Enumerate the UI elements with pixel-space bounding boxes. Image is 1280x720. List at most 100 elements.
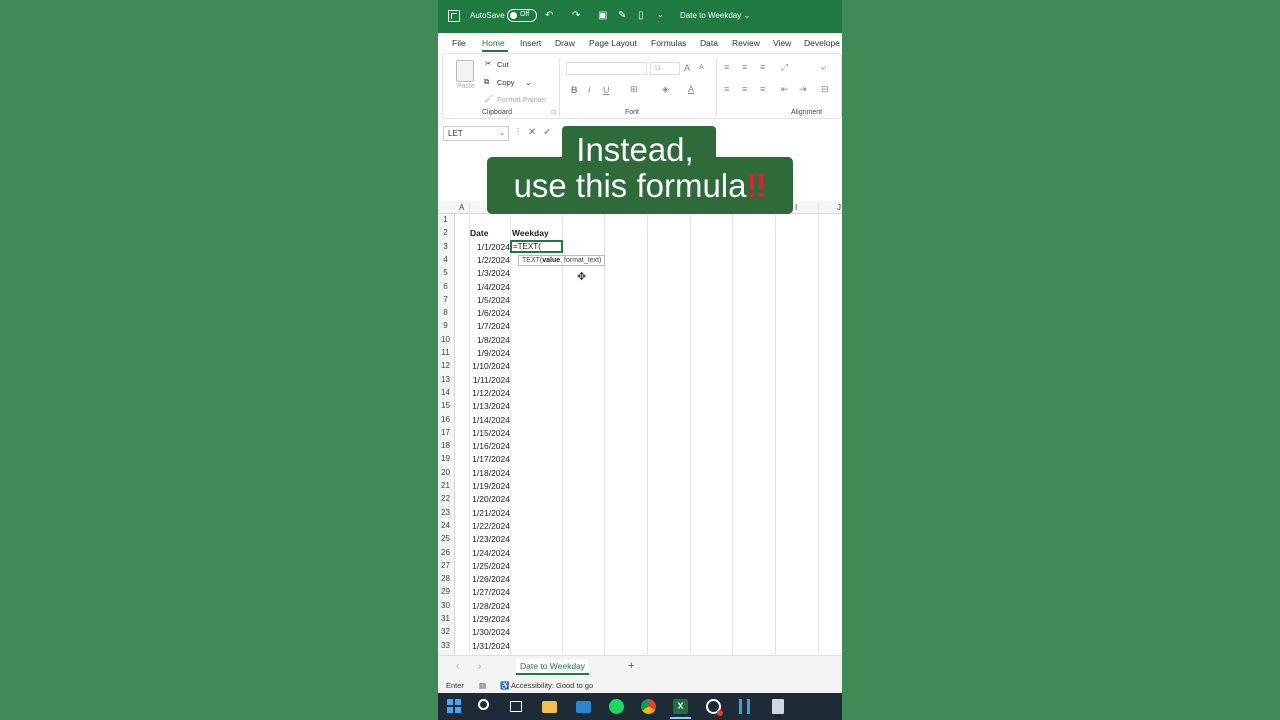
chrome-icon[interactable] [641,699,656,714]
row-number[interactable]: 7 [438,295,453,304]
wrap-text-icon[interactable]: ⤶ [821,62,826,73]
header-weekday[interactable]: Weekday [512,228,549,238]
more-icon[interactable]: ⌄ [657,10,664,19]
row-number[interactable]: 14 [438,388,453,397]
cancel-icon[interactable]: ✕ [528,127,536,138]
spotify-icon[interactable] [609,699,624,714]
merge-center-icon[interactable]: ⊟ [821,84,829,95]
increase-font-icon[interactable]: A [684,63,690,73]
format-painter-icon[interactable]: 🖌 [484,94,494,103]
date-cell[interactable]: 1/19/2024 [455,481,510,491]
enter-icon[interactable]: ✓ [543,127,551,138]
underline-icon[interactable]: U [603,85,610,95]
align-top-icon[interactable]: ≡ [724,62,729,72]
row-number[interactable]: 29 [438,587,453,596]
row-number[interactable]: 9 [438,321,453,330]
windows-icon[interactable] [447,699,462,714]
date-cell[interactable]: 1/16/2024 [455,441,510,451]
tab-formulas[interactable]: Formulas [651,38,686,48]
date-cell[interactable]: 1/2/2024 [455,255,510,265]
excel-taskbar-icon[interactable]: X [673,699,688,714]
worksheet-grid[interactable]: A I J 1 2 Date Weekday 3 1/1/2024 4 1/2/2024 5 1/… [438,201,842,655]
prev-sheet-icon[interactable]: ‹ [456,661,459,672]
date-cell[interactable]: 1/27/2024 [455,587,510,597]
app-icon[interactable] [739,699,750,714]
row-number[interactable]: 28 [438,574,453,583]
tab-file[interactable]: File [452,38,466,48]
align-left-icon[interactable]: ≡ [724,84,729,94]
cut-icon[interactable]: ✂ [485,59,491,68]
date-cell[interactable]: 1/22/2024 [455,521,510,531]
task-view-icon[interactable] [510,701,522,712]
column-header-i[interactable]: I [795,203,797,212]
mail-icon[interactable] [576,701,591,713]
redo-icon[interactable]: ↷ [572,10,580,21]
row-number[interactable]: 17 [438,428,453,437]
save-icon[interactable]: ▣ [598,10,607,21]
row-number[interactable]: 31 [438,614,453,623]
decrease-font-icon[interactable]: A [699,64,704,71]
date-cell[interactable]: 1/15/2024 [455,428,510,438]
orientation-icon[interactable]: ⤢ [781,62,788,73]
font-color-icon[interactable]: A [688,84,694,94]
column-header-j[interactable]: J [837,203,841,212]
accessibility-icon[interactable]: ♿ [500,681,509,690]
date-cell[interactable]: 1/14/2024 [455,415,510,425]
tab-insert[interactable]: Insert [520,38,541,48]
borders-icon[interactable]: ⊞ [630,84,638,95]
row-number[interactable]: 12 [438,361,453,370]
tab-review[interactable]: Review [732,38,760,48]
more-options-icon[interactable]: ⋮ [514,127,522,136]
date-cell[interactable]: 1/13/2024 [455,401,510,411]
row-number[interactable]: 10 [438,335,453,344]
tooltip-arg-value[interactable]: value [542,257,560,264]
date-cell[interactable]: 1/11/2024 [455,375,510,385]
row-number[interactable]: 1 [438,215,453,224]
date-cell[interactable]: 1/29/2024 [455,614,510,624]
align-center-icon[interactable]: ≡ [742,84,747,94]
row-number[interactable]: 5 [438,268,453,277]
header-date[interactable]: Date [470,228,488,238]
row-number[interactable]: 2 [438,228,453,237]
search-icon[interactable] [478,699,489,710]
undo-icon[interactable]: ↶ [545,10,553,21]
row-number[interactable]: 27 [438,561,453,570]
copy-button[interactable]: Copy [497,78,515,87]
date-cell[interactable]: 1/25/2024 [455,561,510,571]
increase-indent-icon[interactable]: ⇥ [799,84,807,95]
row-number[interactable]: 25 [438,534,453,543]
cut-button[interactable]: Cut [497,60,509,69]
date-cell[interactable]: 1/6/2024 [455,308,510,318]
row-number[interactable]: 22 [438,494,453,503]
font-name-select[interactable] [566,62,647,75]
date-cell[interactable]: 1/31/2024 [455,641,510,651]
row-number[interactable]: 30 [438,601,453,610]
row-number[interactable]: 24 [438,521,453,530]
align-right-icon[interactable]: ≡ [760,84,765,94]
tab-home[interactable]: Home [482,38,505,48]
workbook-stats-icon[interactable]: ▤ [479,681,486,690]
row-number[interactable]: 21 [438,481,453,490]
file-explorer-icon[interactable] [542,701,557,713]
italic-icon[interactable]: I [588,85,591,95]
date-cell[interactable]: 1/21/2024 [455,508,510,518]
document-title[interactable]: Date to Weekday ⌄ [680,11,750,20]
paste-icon[interactable] [456,60,474,82]
copy-icon[interactable]: ⧉ [484,77,489,87]
clipboard-launcher-icon[interactable]: ⊡ [551,109,556,116]
align-bottom-icon[interactable]: ≡ [760,62,765,72]
date-cell[interactable]: 1/18/2024 [455,468,510,478]
date-cell[interactable]: 1/28/2024 [455,601,510,611]
format-painter-button[interactable]: Format Painter [497,95,547,104]
row-number[interactable]: 3 [438,242,453,251]
date-cell[interactable]: 1/9/2024 [455,348,510,358]
align-middle-icon[interactable]: ≡ [742,62,747,72]
row-number[interactable]: 23 [438,508,453,517]
decrease-indent-icon[interactable]: ⇤ [781,84,789,95]
tab-draw[interactable]: Draw [555,38,575,48]
date-cell[interactable]: 1/1/2024 [455,242,510,252]
row-number[interactable]: 8 [438,308,453,317]
add-sheet-button[interactable]: + [628,660,634,672]
font-size-select[interactable]: 11 [650,62,680,75]
active-cell-b3[interactable]: =TEXT( [510,240,563,253]
